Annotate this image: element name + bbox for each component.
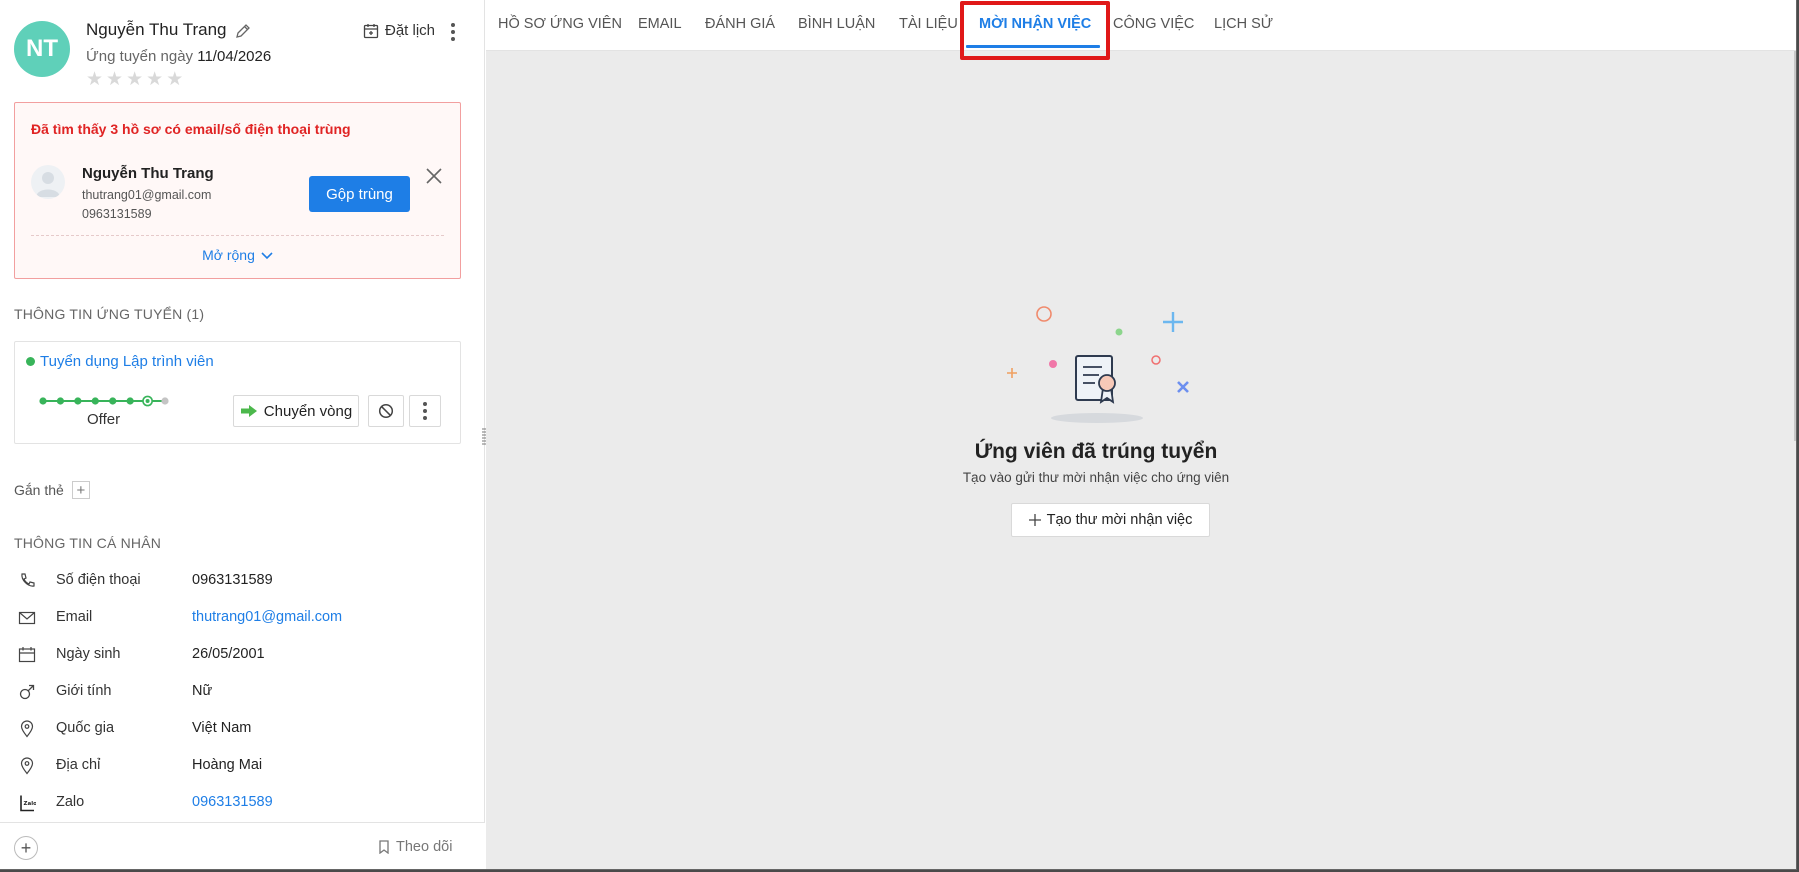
- info-value: Việt Nam: [192, 720, 252, 736]
- info-row: Email thutrang01@gmail.com: [18, 607, 468, 629]
- tab-5[interactable]: TÀI LIỆU: [899, 16, 958, 32]
- star-icon[interactable]: ★: [86, 70, 103, 89]
- schedule-button[interactable]: Đặt lịch: [363, 22, 435, 39]
- duplicate-avatar: [31, 165, 65, 199]
- info-label: Giới tính: [56, 683, 112, 699]
- info-row: Số điện thoại 0963131589: [18, 570, 468, 592]
- pipeline-step: [39, 397, 47, 405]
- info-row: Ngày sinh 26/05/2001: [18, 644, 468, 666]
- info-value: Nữ: [192, 683, 213, 699]
- location-icon: [20, 757, 34, 775]
- status-dot: [26, 357, 35, 366]
- info-value: 0963131589: [192, 572, 273, 588]
- pipeline-step: [109, 397, 117, 405]
- tab-7[interactable]: CÔNG VIỆC: [1113, 16, 1194, 32]
- info-row: Địa chỉ Hoàng Mai: [18, 755, 468, 777]
- application-section-title: THÔNG TIN ỨNG TUYỂN (1): [14, 306, 205, 322]
- info-label: Quốc gia: [56, 720, 115, 736]
- personal-section-title: THÔNG TIN CÁ NHÂN: [14, 535, 162, 551]
- duplicate-name: Nguyễn Thu Trang: [82, 165, 214, 182]
- chevron-down-icon: [261, 252, 273, 260]
- info-label: Email: [56, 609, 93, 625]
- duplicate-phone: 0963131589: [82, 207, 152, 221]
- info-value: Hoàng Mai: [192, 757, 263, 773]
- star-icon[interactable]: ★: [106, 70, 123, 89]
- bookmark-icon: [379, 840, 389, 854]
- pipeline-step: [56, 397, 65, 405]
- calendar-add-icon: [363, 23, 379, 38]
- tab-bar: HỒ SƠ ỨNG VIÊN EMAIL ĐÁNH GIÁ BÌNH LUẬN TÀI …: [486, 0, 1796, 60]
- pipeline-step: [74, 397, 82, 405]
- pipeline-progress: [39, 395, 169, 407]
- follow-button[interactable]: Theo dõi: [378, 839, 452, 855]
- tab-1[interactable]: HỒ SƠ ỨNG VIÊN: [498, 16, 622, 32]
- user-placeholder-icon: [36, 172, 60, 197]
- merge-button[interactable]: Gộp trùng: [309, 176, 410, 212]
- info-label: Zalo: [56, 794, 85, 810]
- bottom-bar: + Theo dõi: [0, 822, 485, 869]
- reject-button[interactable]: [368, 395, 404, 427]
- create-offer-button[interactable]: Tạo thư mời nhận việc: [1011, 503, 1210, 537]
- empty-state-title: Ứng viên đã trúng tuyển: [974, 440, 1218, 463]
- scrollbar[interactable]: [1794, 51, 1796, 441]
- duplicate-email: thutrang01@gmail.com: [82, 188, 212, 202]
- add-circle-icon[interactable]: +: [14, 836, 38, 860]
- tab-2[interactable]: EMAIL: [638, 16, 682, 32]
- application-more-icon[interactable]: [409, 395, 441, 427]
- info-value[interactable]: 0963131589: [192, 794, 273, 810]
- tab-8[interactable]: LỊCH SỬ: [1214, 16, 1273, 32]
- star-icon[interactable]: ★: [126, 70, 143, 89]
- info-label: Ngày sinh: [56, 646, 121, 662]
- applied-date: Ứng tuyển ngày 11/04/2026: [86, 48, 272, 65]
- info-label: Địa chỉ: [56, 757, 101, 773]
- expand-link[interactable]: Mở rộng: [15, 247, 460, 263]
- svg-text:Zalo: Zalo: [24, 801, 37, 807]
- offer-letter-illustration: [1007, 306, 1189, 423]
- ban-icon: [378, 403, 394, 419]
- avatar: NT: [14, 21, 70, 77]
- gender-icon: [19, 684, 35, 700]
- edit-pencil-icon[interactable]: [234, 22, 252, 40]
- star-icon[interactable]: ★: [166, 70, 183, 89]
- info-value: 26/05/2001: [192, 646, 265, 662]
- pipeline-step: [126, 397, 134, 405]
- info-value[interactable]: thutrang01@gmail.com: [192, 609, 342, 625]
- star-icon[interactable]: ★: [146, 70, 163, 89]
- content-panel: HỒ SƠ ỨNG VIÊN EMAIL ĐÁNH GIÁ BÌNH LUẬN TÀI …: [486, 0, 1796, 869]
- plus-icon: [1028, 514, 1041, 526]
- tags-row: Gắn thẻ +: [14, 481, 90, 499]
- duplicate-alert-title: Đã tìm thấy 3 hồ sơ có email/số điện tho…: [31, 121, 351, 137]
- calendar-icon: [18, 647, 36, 663]
- candidate-name: Nguyễn Thu Trang: [86, 20, 227, 39]
- pipeline-current-dot: [145, 399, 150, 403]
- application-card: Tuyển dụng Lập trình viên Offer Chuyển v…: [14, 341, 461, 444]
- current-stage: Offer: [87, 411, 121, 428]
- duplicate-alert: Đã tìm thấy 3 hồ sơ có email/số điện tho…: [14, 102, 461, 279]
- close-icon[interactable]: [425, 167, 443, 185]
- zalo-icon: Zalo: [20, 795, 37, 812]
- pipeline-step: [161, 397, 169, 405]
- empty-state: Ứng viên đã trúng tuyển Tạo vào gửi thư …: [956, 296, 1236, 546]
- job-title-link[interactable]: Tuyển dụng Lập trình viên: [26, 353, 214, 370]
- info-row: Giới tính Nữ: [18, 681, 468, 703]
- arrow-right-icon: [240, 405, 257, 417]
- divider: [31, 235, 444, 236]
- info-row: Quốc gia Việt Nam: [18, 718, 468, 740]
- app-window: NT Nguyễn Thu Trang Ứng tuyển ngày 11/04…: [0, 0, 1797, 870]
- candidate-panel: NT Nguyễn Thu Trang Ứng tuyển ngày 11/04…: [0, 0, 485, 869]
- rating-stars[interactable]: ★ ★ ★ ★ ★: [86, 70, 183, 89]
- tab-6[interactable]: MỜI NHẬN VIỆC: [979, 16, 1091, 32]
- tab-3[interactable]: ĐÁNH GIÁ: [705, 16, 775, 32]
- location-icon: [20, 720, 34, 738]
- info-label: Số điện thoại: [56, 572, 141, 588]
- more-options-icon[interactable]: [446, 21, 460, 43]
- info-row: Zalo Zalo 0963131589: [18, 792, 468, 814]
- move-stage-button[interactable]: Chuyển vòng: [233, 395, 359, 427]
- add-tag-icon[interactable]: +: [71, 481, 90, 499]
- phone-icon: [21, 573, 35, 587]
- empty-state-subtitle: Tạo vào gửi thư mời nhận việc cho ứng vi…: [962, 470, 1230, 485]
- tab-4[interactable]: BÌNH LUẬN: [798, 16, 875, 32]
- mail-icon: [18, 611, 36, 625]
- pipeline-step: [91, 397, 99, 405]
